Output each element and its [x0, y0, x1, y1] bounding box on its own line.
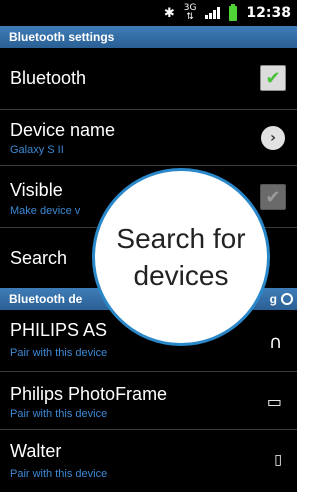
devices-section-title: Bluetooth de [9, 292, 83, 306]
callout-line-1: Search for [116, 223, 246, 254]
status-bar: ✱ 3G ⇅ 12:38 [0, 0, 297, 26]
signal-icon [205, 7, 221, 19]
bluetooth-icon: ✱ [163, 5, 175, 21]
device-name: PHILIPS AS [10, 320, 108, 340]
network-type: 3G ⇅ [184, 4, 197, 22]
check-icon: ✔ [265, 67, 281, 89]
check-icon: ✔ [265, 186, 281, 208]
scanning-status: g [269, 292, 277, 306]
device-name: Walter [10, 441, 62, 461]
callout-line-2: devices [133, 260, 229, 291]
device-subtitle: Pair with this device [10, 468, 108, 480]
phone-icon: ▯ [274, 452, 282, 468]
device-name-row[interactable]: Device name Galaxy S II › [0, 110, 297, 166]
search-callout-bubble: Search for devices [92, 168, 270, 346]
device-subtitle: Pair with this device [10, 408, 108, 420]
bluetooth-checkbox[interactable]: ✔ [260, 65, 286, 91]
bluetooth-toggle-row[interactable]: Bluetooth ✔ [0, 48, 297, 110]
visible-checkbox[interactable]: ✔ [260, 184, 286, 210]
visible-subtitle: Make device v [10, 205, 81, 217]
device-name: Philips PhotoFrame [10, 384, 168, 404]
visible-label: Visible [10, 180, 63, 200]
device-subtitle: Pair with this device [10, 347, 108, 359]
data-arrows-icon: ⇅ [186, 12, 194, 22]
status-time: 12:38 [246, 5, 291, 21]
page-title: Bluetooth settings [0, 26, 297, 48]
bluetooth-settings-screen: ✱ 3G ⇅ 12:38 Bluetooth settings Bluetooth… [0, 0, 297, 492]
device-item[interactable]: Walter Pair with this device ▯ [0, 430, 297, 492]
battery-icon [229, 3, 238, 21]
device-item[interactable]: Philips PhotoFrame Pair with this device… [0, 372, 297, 430]
laptop-icon: ▭ [266, 392, 282, 411]
headphones-icon: ∩ [268, 332, 282, 353]
device-name-value: Galaxy S II [10, 144, 64, 156]
device-name-label: Device name [10, 120, 116, 140]
chevron-right-icon[interactable]: › [261, 126, 285, 150]
bluetooth-label: Bluetooth [10, 68, 87, 88]
scanning-spinner-icon [281, 293, 293, 305]
search-label: Search [10, 248, 68, 268]
